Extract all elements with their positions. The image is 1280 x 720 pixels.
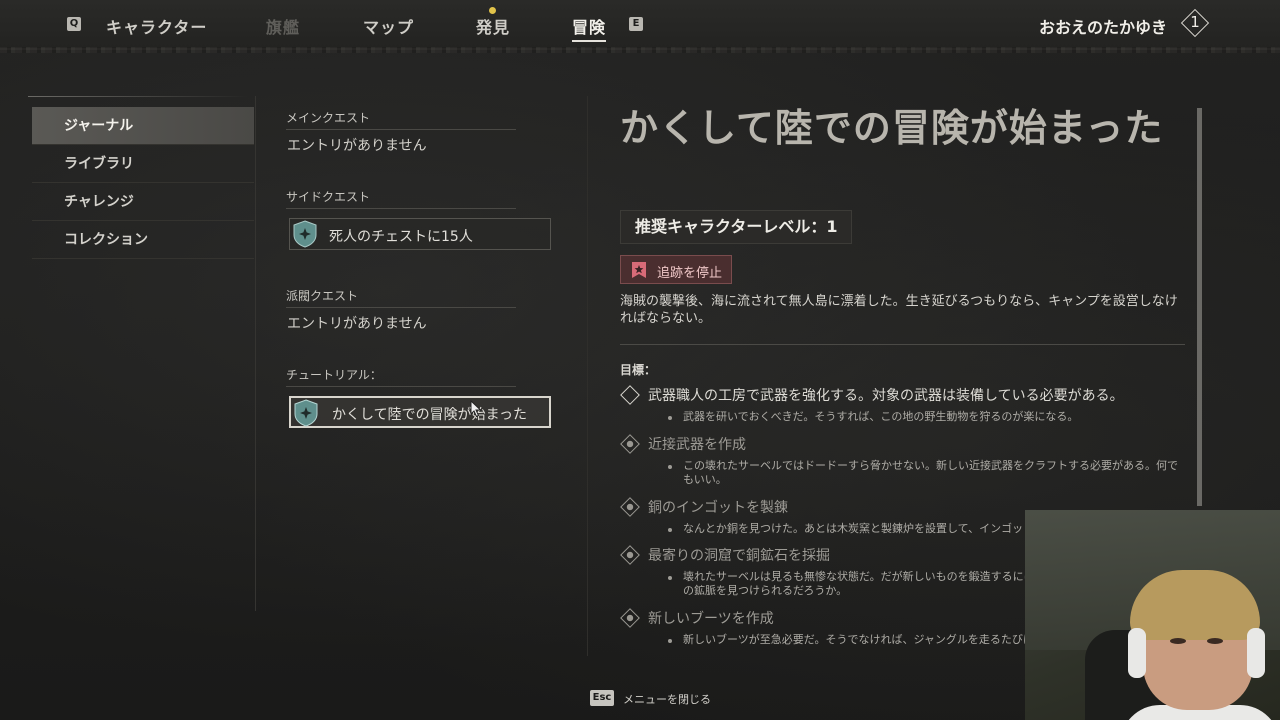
esc-key-icon: Esc (590, 690, 614, 706)
bullet-icon (668, 416, 672, 420)
objective-note: 武器を研いでおくべきだ。そうすれば、この地の野生動物を狩るのが楽になる。 (683, 410, 1079, 423)
bookmark-star-icon (632, 262, 646, 278)
side-quest-heading: サイドクエスト (286, 188, 516, 209)
player-level-badge: 1 (1180, 8, 1210, 38)
bullet-icon (668, 528, 672, 532)
webcam-overlay (1025, 510, 1280, 720)
sidebar-item-journal[interactable]: ジャーナル (32, 107, 254, 145)
quest-entry-side[interactable]: 死人のチェストに15人 (289, 218, 551, 250)
objective-title: 新しいブーツを作成 (648, 611, 774, 627)
sidebar-item-challenge[interactable]: チャレンジ (32, 183, 254, 221)
top-nav-bar: Q キャラクター 旗艦 マップ 発見 冒険 E おおえのたかゆき 1 (0, 0, 1280, 53)
quest-shield-icon (293, 220, 317, 248)
objective-complete-icon (620, 497, 640, 517)
tab-discovery[interactable]: 発見 (476, 14, 510, 38)
stop-tracking-button[interactable]: 追跡を停止 (620, 255, 732, 284)
eye-right (1207, 638, 1223, 644)
headphone-left (1128, 628, 1146, 678)
prev-tab-key-hint[interactable]: Q (67, 17, 81, 31)
headphone-right (1247, 628, 1265, 678)
objective-open-icon (620, 385, 640, 405)
recommended-level: 推奨キャラクターレベル：1 (620, 210, 852, 244)
tab-map[interactable]: マップ (363, 14, 414, 38)
objective-note: この壊れたサーベルではドードーすら脅かせない。新しい近接武器をクラフトする必要が… (683, 459, 1178, 486)
sidebar-item-collection[interactable]: コレクション (32, 221, 254, 259)
sidebar-divider (28, 96, 248, 97)
quest-list: メインクエスト エントリがありません サイドクエスト 死人のチェストに15人 派… (258, 96, 588, 656)
bullet-icon (668, 639, 672, 643)
player-name: おおえのたかゆき (1038, 18, 1167, 37)
objective-title: 武器職人の工房で武器を強化する。対象の武器は装備している必要がある。 (648, 388, 1124, 404)
close-menu-label: メニューを閉じる (623, 693, 711, 706)
objectives-heading: 目標： (620, 363, 657, 377)
main-quest-empty: エントリがありません (287, 138, 427, 154)
eye-left (1170, 638, 1186, 644)
quest-shield-icon (294, 399, 318, 427)
objective-complete-icon (620, 545, 640, 565)
objective-title: 最寄りの洞窟で銅鉱石を採掘 (648, 548, 830, 564)
quest-description: 海賊の襲撃後、海に流されて無人島に漂着した。生き延びるつもりなら、キャンプを設営… (620, 294, 1178, 326)
main-quest-heading: メインクエスト (286, 109, 516, 130)
objective-title: 近接武器を作成 (648, 437, 746, 453)
torn-edge-decoration (0, 47, 1280, 53)
journal-sidebar: ジャーナル ライブラリ チャレンジ コレクション (28, 96, 256, 611)
quest-entry-tutorial[interactable]: かくして陸での冒険が始まった (289, 396, 551, 428)
detail-scrollbar[interactable] (1197, 108, 1202, 506)
faction-quest-heading: 派閥クエスト (286, 287, 516, 308)
player-level: 1 (1190, 13, 1200, 31)
faction-quest-empty: エントリがありません (287, 316, 427, 332)
quest-entry-label: 死人のチェストに15人 (329, 229, 473, 245)
tab-character[interactable]: キャラクター (106, 14, 207, 38)
sidebar-item-library[interactable]: ライブラリ (32, 145, 254, 183)
discovery-notification-dot (489, 7, 496, 14)
bullet-icon (668, 576, 672, 580)
objective-complete-icon (620, 608, 640, 628)
detail-divider (620, 344, 1185, 345)
objective-title: 銅のインゴットを製錬 (648, 500, 788, 516)
bullet-icon (668, 465, 672, 469)
stop-tracking-label: 追跡を停止 (657, 266, 723, 281)
next-tab-key-hint[interactable]: E (629, 17, 643, 31)
mouse-cursor-icon (470, 400, 482, 418)
objective-complete-icon (620, 434, 640, 454)
tutorial-heading: チュートリアル： (286, 366, 516, 387)
tab-adventure[interactable]: 冒険 (572, 14, 607, 42)
tab-flagship[interactable]: 旗艦 (266, 14, 300, 38)
quest-title: かくして陸での冒険が始まった (620, 106, 1164, 150)
quest-entry-label: かくして陸での冒険が始まった (332, 407, 528, 423)
